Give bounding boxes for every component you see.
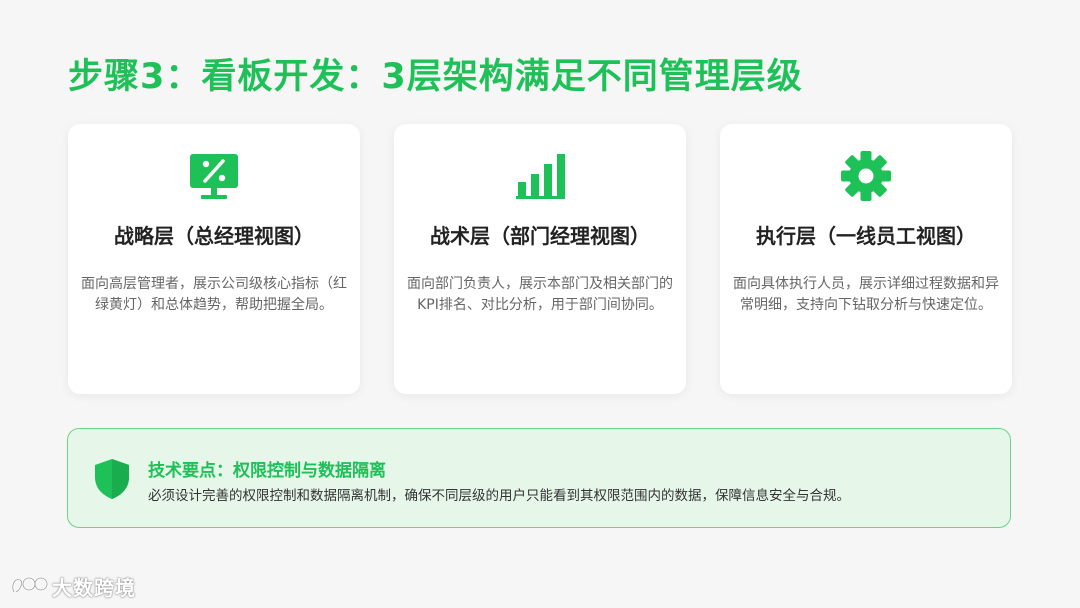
card-heading: 战术层（部门经理视图） xyxy=(430,224,650,248)
technical-tip-box: 技术要点：权限控制与数据隔离 必须设计完善的权限控制和数据隔离机制，确保不同层级… xyxy=(67,428,1011,528)
bar-chart-icon xyxy=(514,150,566,202)
watermark-text: 大数跨境 xyxy=(52,575,136,600)
card-description: 面向高层管理者，展示公司级核心指标（红绿黄灯）和总体趋势，帮助把握全局。 xyxy=(81,276,347,313)
card-heading: 执行层（一线员工视图） xyxy=(756,224,976,248)
tip-text: 必须设计完善的权限控制和数据隔离机制，确保不同层级的用户只能看到其权限范围内的数… xyxy=(148,488,850,504)
card-execution: 执行层（一线员工视图） 面向具体执行人员，展示详细过程数据和异常明细，支持向下钻… xyxy=(720,124,1012,394)
page-title: 步骤3：看板开发：3层架构满足不同管理层级 xyxy=(68,57,803,97)
card-strategic: 战略层（总经理视图） 面向高层管理者，展示公司级核心指标（红绿黄灯）和总体趋势，… xyxy=(68,124,360,394)
card-tactical: 战术层（部门经理视图） 面向部门负责人，展示本部门及相关部门的KPI排名、对比分… xyxy=(394,124,686,394)
watermark-logo-icon xyxy=(11,576,49,594)
gear-icon xyxy=(840,150,892,202)
watermark: 大数跨境 xyxy=(8,571,136,601)
tip-title: 技术要点：权限控制与数据隔离 xyxy=(148,461,386,481)
card-description: 面向具体执行人员，展示详细过程数据和异常明细，支持向下钻取分析与快速定位。 xyxy=(733,276,999,313)
card-heading: 战略层（总经理视图） xyxy=(114,224,314,248)
shield-icon xyxy=(92,457,132,501)
card-description: 面向部门负责人，展示本部门及相关部门的KPI排名、对比分析，用于部门间协同。 xyxy=(407,276,673,313)
monitor-percent-icon xyxy=(188,150,240,202)
